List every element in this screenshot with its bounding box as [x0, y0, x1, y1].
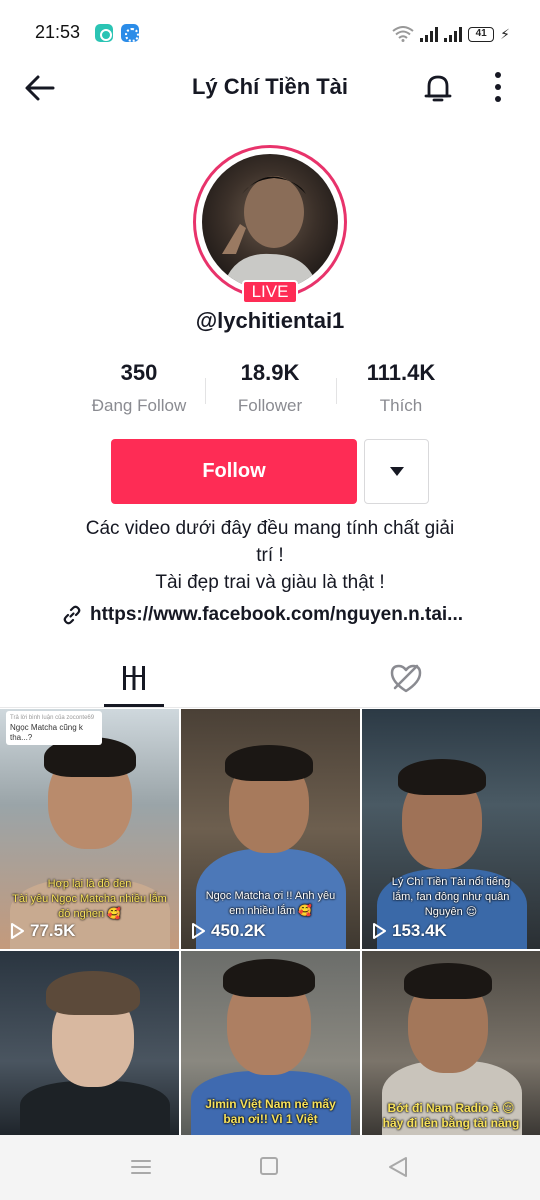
profile-link-text: https://www.facebook.com/nguyen.n.tai...	[90, 604, 463, 625]
video-thumbnail[interactable]	[0, 951, 179, 1135]
stat-following[interactable]: 350 Đang Follow	[80, 360, 198, 416]
tab-videos[interactable]	[104, 652, 164, 708]
stat-followers-label: Follower	[237, 396, 303, 415]
stat-divider	[336, 378, 337, 404]
video-caption: Bớt đi Nam Radio à 😌 hãy đi lên bằng tài…	[382, 1101, 520, 1130]
video-thumbnail[interactable]: Ngọc Matcha ơi !! Anh yêu em nhiều lắm 🥰…	[181, 709, 360, 949]
stat-likes[interactable]: 111.4K Thích	[346, 360, 456, 416]
video-caption: Hợp lại là đồ đen Tài yêu Ngọc Matcha nh…	[12, 878, 167, 920]
video-caption: Jimin Việt Nam nè mấy bạn ơi!! Vì 1 Việt	[205, 1097, 336, 1126]
link-icon	[63, 605, 81, 625]
profile-link[interactable]: https://www.facebook.com/nguyen.n.tai...	[62, 604, 463, 626]
bell-icon	[424, 75, 452, 102]
stat-followers-value: 18.9K	[240, 360, 300, 385]
home-icon[interactable]	[260, 1157, 278, 1175]
page-title: Lý Chí Tiền Tài	[191, 74, 349, 99]
battery-icon: 41	[468, 27, 495, 42]
video-views: 450.2K	[191, 921, 266, 941]
video-caption: Ngọc Matcha ơi !! Anh yêu em nhiều lắm 🥰	[205, 890, 336, 917]
video-views: 77.5K	[10, 921, 75, 941]
stat-following-value: 350	[120, 360, 158, 385]
notifications-button[interactable]	[420, 70, 456, 106]
video-thumbnail[interactable]: Bớt đi Nam Radio à 😌 hãy đi lên bằng tài…	[362, 951, 540, 1135]
bio-line: Tài đẹp trai và giàu là thật !	[155, 572, 385, 593]
app-notification-icon	[121, 24, 139, 42]
stat-divider	[205, 378, 206, 404]
reply-comment-card: Trả lời bình luận của zoconte69 Ngọc Mat…	[6, 711, 102, 745]
username: @lychitientai1	[195, 308, 345, 333]
reply-comment-text: Ngọc Matcha cũng k tha...?	[10, 723, 83, 742]
avatar-image	[222, 176, 318, 290]
reply-comment-meta: Trả lời bình luận của zoconte69	[10, 715, 95, 721]
heart-hidden-icon	[390, 664, 422, 693]
live-badge: LIVE	[242, 280, 298, 304]
profile-header: Lý Chí Tiền Tài	[0, 60, 540, 116]
status-bar: 21:53 41 ⚡	[0, 0, 540, 60]
messenger-notification-icon	[95, 24, 113, 42]
stat-likes-value: 111.4K	[366, 360, 436, 385]
video-views: 153.4K	[372, 921, 447, 941]
system-back-icon[interactable]	[386, 1155, 410, 1179]
avatar-live-ring[interactable]	[193, 145, 347, 299]
signal-icon-2	[444, 26, 463, 42]
signal-icon	[420, 26, 439, 42]
bio: Các video dưới đây đều mang tính chất gi…	[60, 515, 480, 596]
video-views-count: 77.5K	[30, 921, 76, 940]
play-icon	[192, 923, 205, 939]
video-caption: Lý Chí Tiền Tài nổi tiếng lắm, fan đông …	[391, 876, 511, 918]
video-views-count: 450.2K	[211, 921, 266, 940]
avatar	[202, 154, 338, 290]
caret-down-icon	[390, 467, 404, 476]
video-views-count: 153.4K	[392, 921, 447, 940]
more-vertical-icon	[495, 72, 501, 102]
recent-apps-icon[interactable]	[130, 1157, 152, 1177]
video-thumbnail[interactable]: Jimin Việt Nam nè mấy bạn ơi!! Vì 1 Việt	[181, 951, 360, 1135]
play-icon	[373, 923, 386, 939]
video-grid: Trả lời bình luận của zoconte69 Ngọc Mat…	[0, 709, 540, 1135]
more-options-button[interactable]	[486, 68, 510, 108]
video-thumbnail[interactable]: Lý Chí Tiền Tài nổi tiếng lắm, fan đông …	[362, 709, 540, 949]
bio-line: Các video dưới đây đều mang tính chất gi…	[85, 518, 455, 539]
status-icons: 41 ⚡	[392, 22, 510, 42]
system-nav-bar	[0, 1135, 540, 1200]
play-icon	[11, 923, 24, 939]
bio-line: trí !	[256, 545, 284, 566]
follow-button[interactable]: Follow	[111, 439, 357, 504]
suggested-accounts-button[interactable]	[364, 439, 429, 504]
stat-likes-label: Thích	[379, 396, 423, 415]
video-thumbnail[interactable]: Trả lời bình luận của zoconte69 Ngọc Mat…	[0, 709, 179, 949]
tab-divider	[0, 707, 540, 708]
stat-followers[interactable]: 18.9K Follower	[215, 360, 325, 416]
status-time: 21:53	[35, 22, 81, 42]
charging-icon: ⚡	[500, 26, 510, 42]
tab-liked-videos[interactable]	[386, 658, 426, 698]
stat-following-label: Đang Follow	[91, 396, 187, 415]
wifi-icon	[392, 26, 414, 42]
grid-icon	[123, 666, 145, 690]
